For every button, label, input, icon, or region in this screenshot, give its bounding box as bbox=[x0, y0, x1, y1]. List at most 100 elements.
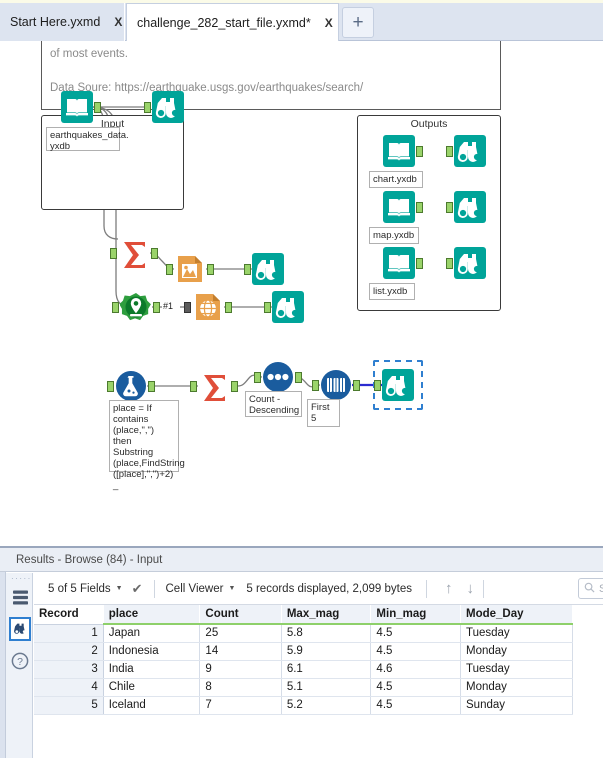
binoculars-icon bbox=[272, 291, 304, 323]
input-anchor[interactable] bbox=[244, 264, 251, 275]
layers-icon[interactable] bbox=[9, 585, 31, 609]
output-anchor[interactable] bbox=[153, 302, 160, 313]
magnifier-glyph bbox=[584, 582, 595, 593]
tool-map[interactable] bbox=[184, 291, 232, 323]
output-anchor[interactable] bbox=[148, 381, 155, 392]
output-anchor[interactable] bbox=[94, 102, 101, 113]
input-anchor[interactable] bbox=[374, 380, 381, 391]
input-anchor[interactable] bbox=[312, 380, 319, 391]
input-anchor[interactable] bbox=[446, 258, 453, 269]
tab-close-icon[interactable]: X bbox=[321, 17, 337, 29]
table-row[interactable]: 5 Iceland 7 5.2 4.5 Sunday bbox=[34, 696, 573, 715]
table-row[interactable]: 4 Chile 8 5.1 4.5 Monday bbox=[34, 678, 573, 697]
cell-max-mag: 5.8 bbox=[281, 624, 372, 643]
column-header-record[interactable]: Record bbox=[34, 605, 104, 625]
column-header-min-mag[interactable]: Min_mag bbox=[370, 605, 461, 625]
table-row[interactable]: 2 Indonesia 14 5.9 4.5 Monday bbox=[34, 642, 573, 661]
tool-formula[interactable] bbox=[107, 370, 155, 402]
search-box[interactable]: Searc bbox=[578, 578, 603, 599]
cell-min-mag: 4.6 bbox=[370, 660, 461, 679]
records-displayed-label: 5 records displayed, 2,099 bytes bbox=[246, 582, 412, 595]
caption-output-map: map.yxdb bbox=[369, 227, 419, 244]
fields-selector[interactable]: 5 of 5 Fields ▼ bbox=[48, 583, 123, 595]
binoculars-icon bbox=[382, 369, 414, 401]
binoculars-icon bbox=[454, 135, 486, 167]
table-row[interactable]: 1 Japan 25 5.8 4.5 Tuesday bbox=[34, 624, 573, 643]
input-anchor[interactable] bbox=[190, 381, 197, 392]
input-anchor[interactable] bbox=[144, 102, 151, 113]
tab-start-here[interactable]: Start Here.yxmd X bbox=[0, 3, 125, 41]
cell-count: 25 bbox=[199, 624, 282, 643]
results-data-grid[interactable]: Record place Count Max_mag Min_mag Mode_… bbox=[34, 605, 603, 758]
output-anchor[interactable] bbox=[416, 258, 423, 269]
tab-bar: Start Here.yxmd X challenge_282_start_fi… bbox=[0, 0, 603, 41]
tool-sample[interactable] bbox=[312, 369, 360, 401]
caption-formula: place = If contains (place,",") then Sub… bbox=[109, 400, 185, 491]
cell-place: Iceland bbox=[103, 696, 201, 715]
tool-browse-chart[interactable] bbox=[446, 135, 486, 167]
tool-browse-list[interactable] bbox=[446, 247, 486, 279]
workflow-canvas[interactable]: of most events. Data Soure: https://eart… bbox=[0, 41, 603, 546]
fields-label: 5 of 5 Fields bbox=[48, 582, 111, 595]
check-icon[interactable]: ✔ bbox=[132, 581, 143, 597]
cell-max-mag: 5.1 bbox=[281, 678, 372, 697]
input-anchor[interactable] bbox=[446, 202, 453, 213]
cell-viewer-selector[interactable]: Cell Viewer ▼ bbox=[166, 583, 236, 595]
nav-up-icon[interactable]: ↑ bbox=[445, 580, 453, 597]
table-row[interactable]: 3 India 9 6.1 4.6 Tuesday bbox=[34, 660, 573, 679]
binoculars-glyph bbox=[13, 623, 26, 634]
nav-down-icon[interactable]: ↓ bbox=[466, 580, 474, 597]
tool-render-chart[interactable] bbox=[166, 253, 214, 285]
results-header-title: Results - Browse (84) - Input bbox=[16, 553, 163, 566]
tool-output-list[interactable] bbox=[383, 247, 423, 279]
output-anchor[interactable] bbox=[151, 248, 158, 259]
search-placeholder-text: Searc bbox=[599, 583, 603, 595]
input-anchor[interactable] bbox=[112, 302, 119, 313]
caption-output-chart: chart.yxdb bbox=[369, 171, 423, 188]
output-anchor[interactable] bbox=[207, 264, 214, 275]
tool-input-data[interactable] bbox=[61, 91, 101, 123]
tool-browse-input[interactable] bbox=[144, 91, 184, 123]
rail-grip: ····· bbox=[11, 574, 32, 583]
input-anchor[interactable] bbox=[264, 302, 271, 313]
tab-close-icon[interactable]: X bbox=[110, 16, 126, 28]
browse-icon[interactable] bbox=[9, 617, 31, 641]
tool-create-points[interactable] bbox=[112, 291, 160, 323]
input-anchor[interactable] bbox=[254, 372, 261, 383]
cell-max-mag: 5.2 bbox=[281, 696, 372, 715]
column-header-count[interactable]: Count bbox=[199, 605, 282, 625]
tool-browse-chart-preview[interactable] bbox=[244, 253, 284, 285]
tool-sort[interactable] bbox=[254, 361, 302, 393]
tool-browse-selected[interactable] bbox=[373, 360, 423, 410]
output-anchor[interactable] bbox=[416, 146, 423, 157]
tool-summarize-chart[interactable] bbox=[110, 237, 158, 269]
cell-mode-day: Monday bbox=[460, 678, 573, 697]
input-anchor[interactable] bbox=[110, 248, 117, 259]
tab-challenge-282[interactable]: challenge_282_start_file.yxmd* X bbox=[126, 3, 339, 41]
new-tab-button[interactable]: + bbox=[342, 7, 374, 38]
output-anchor[interactable] bbox=[416, 202, 423, 213]
cell-record: 5 bbox=[34, 696, 104, 715]
output-anchor[interactable] bbox=[231, 381, 238, 392]
column-header-place[interactable]: place bbox=[103, 605, 201, 625]
chevron-down-icon: ▼ bbox=[228, 585, 236, 592]
tool-output-map[interactable] bbox=[383, 191, 423, 223]
output-anchor[interactable] bbox=[295, 372, 302, 383]
input-anchor[interactable] bbox=[446, 146, 453, 157]
input-anchor[interactable] bbox=[166, 264, 173, 275]
output-anchor[interactable] bbox=[225, 302, 232, 313]
tool-browse-map[interactable] bbox=[446, 191, 486, 223]
help-icon[interactable]: ? bbox=[9, 649, 31, 673]
tool-summarize-counts[interactable] bbox=[190, 370, 238, 402]
cell-record: 1 bbox=[34, 624, 104, 643]
caption-input-data: earthquakes_data. yxdb bbox=[46, 127, 129, 152]
column-header-mode-day[interactable]: Mode_Day bbox=[460, 605, 573, 625]
input-anchor[interactable] bbox=[107, 381, 114, 392]
output-anchor[interactable] bbox=[353, 380, 360, 391]
cell-record: 4 bbox=[34, 678, 104, 697]
column-header-max-mag[interactable]: Max_mag bbox=[281, 605, 372, 625]
tool-output-chart[interactable] bbox=[383, 135, 423, 167]
input-anchor[interactable] bbox=[184, 302, 191, 313]
cell-max-mag: 6.1 bbox=[281, 660, 372, 679]
tool-browse-map-preview[interactable] bbox=[264, 291, 304, 323]
